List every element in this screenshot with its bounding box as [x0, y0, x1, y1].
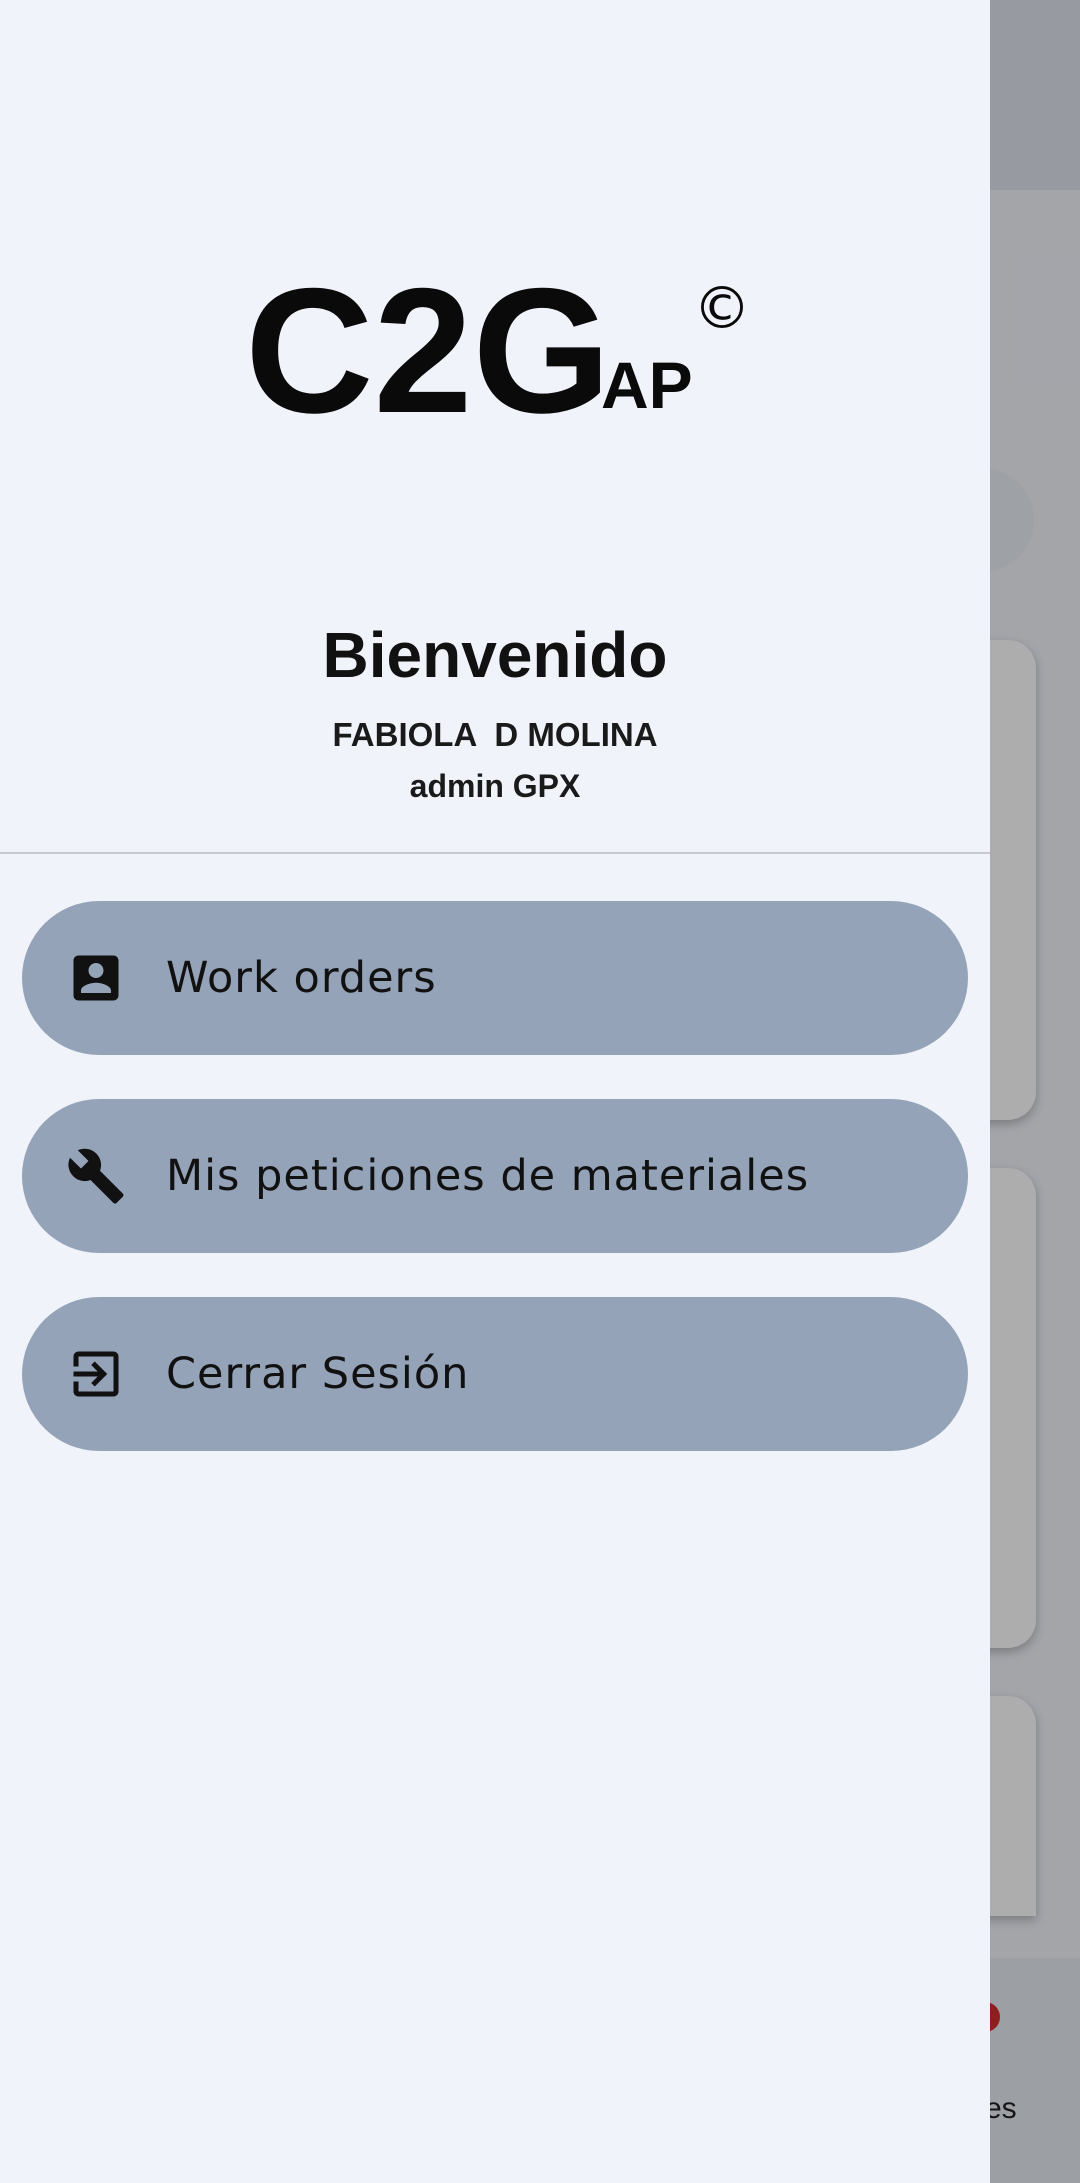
logo-copyright-mark: © — [693, 274, 751, 342]
menu-item-work-orders[interactable]: Work orders — [22, 901, 968, 1055]
menu-item-logout[interactable]: Cerrar Sesión — [22, 1297, 968, 1451]
drawer-header-divider — [0, 852, 990, 854]
app-logo: C2G AP © — [245, 268, 751, 428]
wrench-icon — [68, 1148, 124, 1204]
navigation-drawer: C2G AP © Bienvenido FABIOLA D MOLINA adm… — [0, 0, 990, 2183]
logo-main-text: C2G — [245, 268, 611, 428]
menu-item-label: Mis peticiones de materiales — [166, 1151, 810, 1201]
logo-sub-text: AP — [601, 348, 693, 422]
menu-item-material-requests[interactable]: Mis peticiones de materiales — [22, 1099, 968, 1253]
user-name: FABIOLA D MOLINA — [332, 716, 658, 753]
contact-card-icon — [73, 955, 119, 1001]
welcome-title: Bienvenido — [322, 619, 668, 691]
logout-icon — [73, 1351, 119, 1397]
user-role: admin GPX — [409, 768, 581, 804]
menu-item-label: Work orders — [166, 953, 437, 1003]
menu-item-label: Cerrar Sesión — [166, 1349, 470, 1399]
